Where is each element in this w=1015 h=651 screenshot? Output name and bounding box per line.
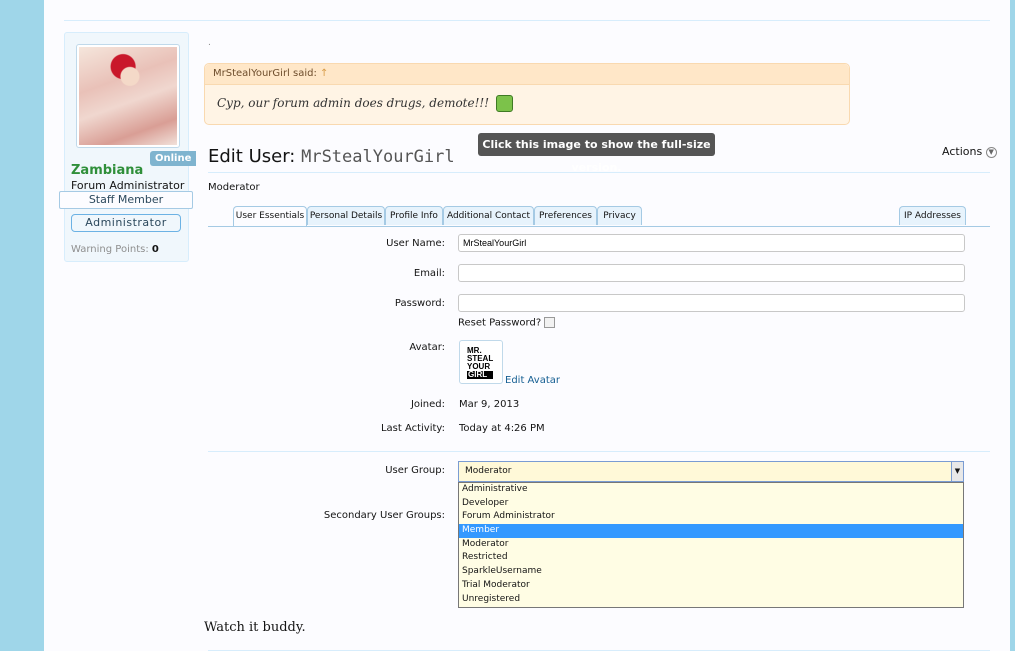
tab-profile-info[interactable]: Profile Info [385, 206, 443, 225]
top-divider [64, 20, 990, 21]
last-activity-label: Last Activity: [380, 423, 445, 434]
user-group-label: User Group: [385, 465, 445, 476]
title-divider [208, 172, 990, 173]
title-username: MrStealYourGirl [301, 147, 455, 167]
tab-privacy[interactable]: Privacy [597, 206, 642, 225]
quote-author[interactable]: MrStealYourGirl said: [213, 68, 317, 79]
image-tooltip: Click this image to show the full-size v… [478, 133, 715, 174]
tab-personal-details[interactable]: Personal Details [307, 206, 385, 225]
page-title: Edit User: MrStealYourGirl [208, 146, 455, 167]
quote-jump-arrow-icon[interactable]: ↑ [320, 68, 328, 79]
joined-label: Joined: [410, 399, 445, 410]
user-group-select[interactable]: Moderator ▼ [458, 461, 964, 482]
tab-ip-addresses[interactable]: IP Addresses [899, 206, 966, 225]
quote-attribution: MrStealYourGirl said: ↑ [205, 64, 849, 85]
smiley-icon [495, 95, 513, 112]
reset-password: Reset Password? [458, 317, 556, 329]
tab-user-essentials[interactable]: User Essentials [233, 206, 307, 226]
online-badge: Online [150, 151, 197, 166]
user-group-value: Moderator [465, 466, 512, 476]
option-moderator[interactable]: Moderator [459, 538, 963, 552]
option-unregistered[interactable]: Unregistered [459, 593, 963, 607]
username-input[interactable] [458, 234, 965, 252]
last-activity-value: Today at 4:26 PM [459, 423, 545, 434]
warning-label: Warning Points: [71, 244, 149, 255]
actions-label: Actions [942, 145, 983, 158]
quote-text: Cyp, our forum admin does drugs, demote!… [205, 85, 849, 112]
avatar-logo: MR. STEAL YOUR GIRL [467, 347, 494, 379]
avatar-image [79, 47, 177, 145]
password-label: Password: [394, 298, 445, 309]
user-info-panel: Online Zambiana Forum Administrator Staf… [59, 32, 197, 262]
tab-bar: User Essentials Personal Details Profile… [208, 206, 990, 227]
tab-additional-contact[interactable]: Additional Contact [443, 206, 534, 225]
password-input[interactable] [458, 294, 965, 312]
option-member[interactable]: Member [459, 524, 963, 538]
administrator-banner: Administrator [71, 214, 181, 232]
user-role: Moderator [208, 182, 260, 193]
user-avatar[interactable] [76, 44, 180, 148]
username-link[interactable]: Zambiana [71, 163, 143, 178]
option-trial-moderator[interactable]: Trial Moderator [459, 579, 963, 593]
dropdown-arrow-icon[interactable]: ▼ [951, 462, 963, 481]
option-restricted[interactable]: Restricted [459, 551, 963, 565]
avatar-logo-line: GIRL [467, 371, 494, 379]
option-sparkleusername[interactable]: SparkleUsername [459, 565, 963, 579]
edited-user-avatar[interactable]: MR. STEAL YOUR GIRL [459, 340, 503, 384]
post-text: Watch it buddy. [204, 620, 306, 635]
quote-block: MrStealYourGirl said: ↑ Cyp, our forum a… [204, 63, 850, 125]
actions-menu[interactable]: Actions ▼ [942, 145, 997, 158]
joined-value: Mar 9, 2013 [459, 399, 520, 410]
reset-password-label: Reset Password? [458, 317, 542, 329]
warning-value: 0 [151, 244, 159, 255]
email-input[interactable] [458, 264, 965, 282]
option-administrative[interactable]: Administrative [459, 483, 963, 497]
secondary-groups-label: Secondary User Groups: [323, 510, 445, 521]
quote-content: Cyp, our forum admin does drugs, demote!… [217, 96, 490, 110]
user-group-options: Administrative Developer Forum Administr… [458, 482, 964, 608]
avatar-label: Avatar: [409, 342, 445, 353]
reset-password-checkbox[interactable] [544, 317, 556, 328]
warning-points: Warning Points: 0 [71, 244, 159, 255]
email-label: Email: [413, 268, 445, 279]
decorative-dot: . [208, 38, 211, 48]
section-divider [208, 451, 990, 452]
page: Online Zambiana Forum Administrator Staf… [44, 0, 1010, 651]
username-label: User Name: [386, 238, 445, 249]
title-prefix: Edit User: [208, 146, 296, 167]
staff-member-badge: Staff Member [59, 191, 193, 209]
option-developer[interactable]: Developer [459, 497, 963, 511]
tab-preferences[interactable]: Preferences [534, 206, 597, 225]
chevron-down-icon: ▼ [985, 146, 997, 158]
edit-avatar-link[interactable]: Edit Avatar [505, 375, 560, 386]
option-forum-administrator[interactable]: Forum Administrator [459, 510, 963, 524]
